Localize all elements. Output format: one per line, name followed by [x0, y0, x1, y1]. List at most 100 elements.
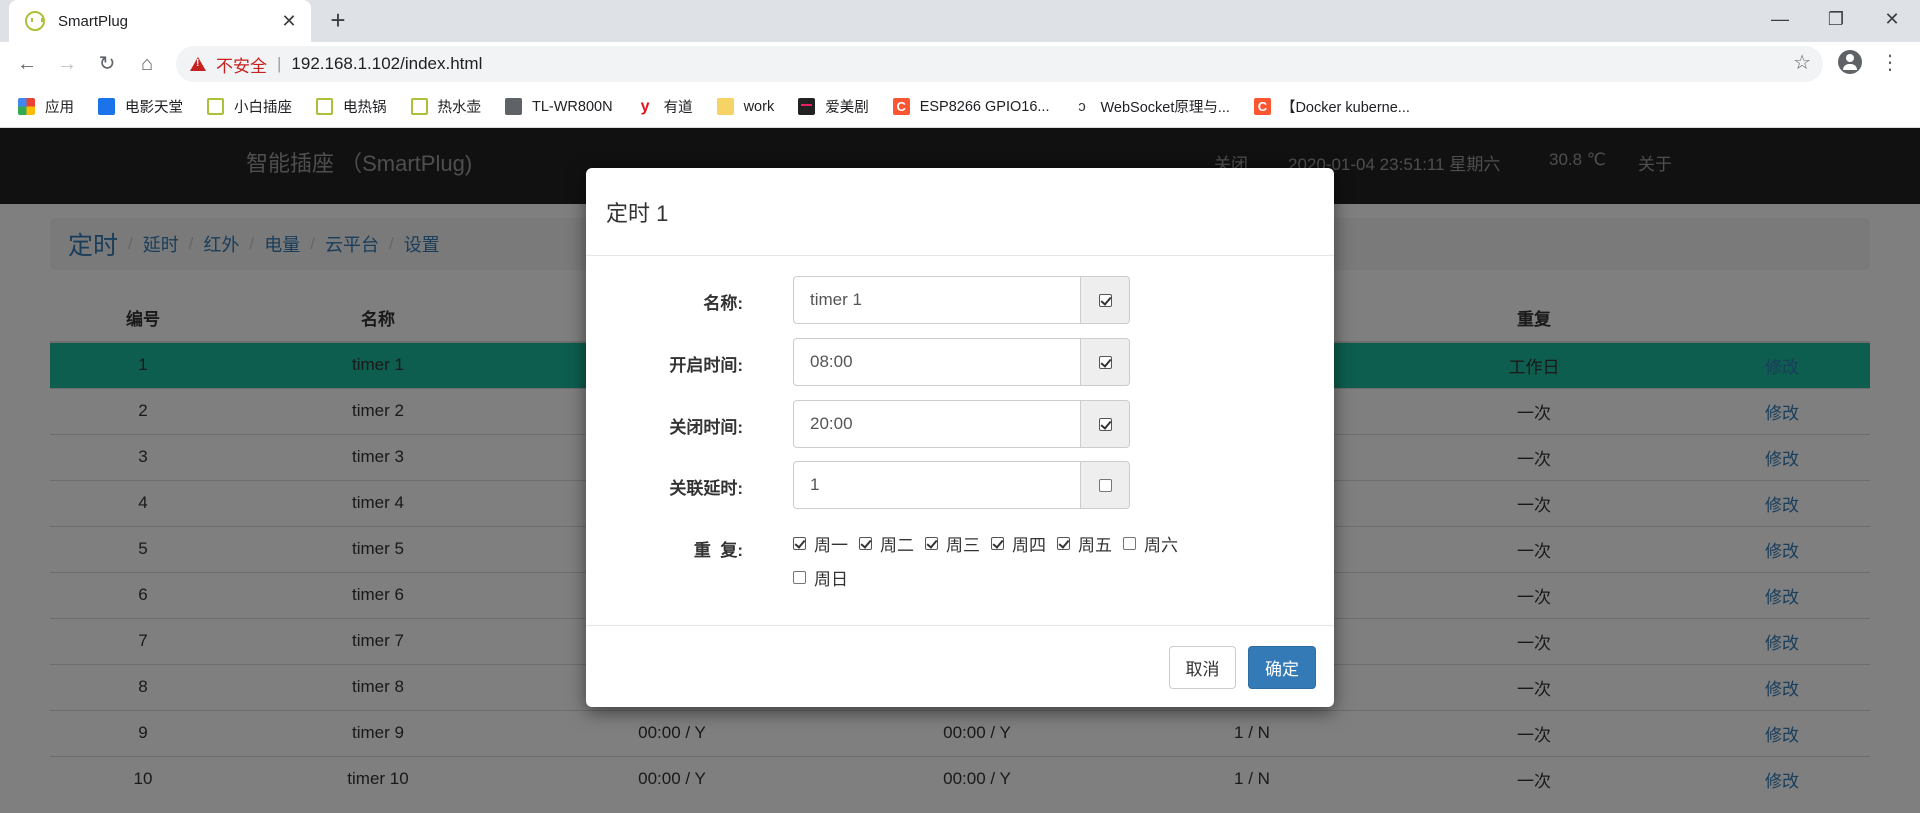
bookmarks-bar: 应用 电影天堂 小白插座 电热锅 热水壶 TL-WR800N y 有道 work 爱美剧 C ESP8…: [0, 86, 1920, 128]
name-label: 名称:: [703, 294, 743, 313]
globe-icon: [505, 98, 522, 115]
delay-enable-addon: [1081, 461, 1130, 509]
off-time-input[interactable]: [793, 400, 1081, 448]
confirm-button[interactable]: 确定: [1248, 646, 1316, 689]
websocket-icon: ↄ: [1078, 98, 1086, 115]
bookmark-label: 电热锅: [343, 100, 387, 116]
name-enable-addon: [1081, 276, 1130, 324]
on-time-label: 开启时间:: [669, 356, 743, 375]
on-time-input[interactable]: [793, 338, 1081, 386]
weekday-label: 周一: [814, 535, 848, 555]
weekday-option[interactable]: 周五: [1057, 526, 1112, 560]
bookmark-item[interactable]: y 有道: [637, 96, 693, 117]
warning-icon: [190, 57, 206, 71]
restore-window-icon[interactable]: ❐: [1808, 0, 1864, 40]
weekday-option[interactable]: 周四: [991, 526, 1046, 560]
home-icon[interactable]: ⌂: [131, 48, 163, 80]
on-time-enable-checkbox[interactable]: [1098, 355, 1112, 369]
on-time-input-group: [793, 338, 1130, 386]
csdn-icon: C: [1253, 98, 1271, 115]
bookmark-item[interactable]: work: [716, 98, 774, 115]
folder-icon: [716, 98, 734, 115]
bookmark-label: TL-WR800N: [532, 98, 613, 115]
bookmark-item[interactable]: 热水壶: [410, 96, 482, 117]
forward-arrow-icon[interactable]: →: [51, 48, 83, 80]
weekday-label: 周日: [814, 569, 848, 589]
browser-menu-icon[interactable]: ⋮: [1880, 48, 1900, 80]
weekday-checkbox[interactable]: [859, 536, 872, 550]
bookmark-label: 电影天堂: [125, 100, 183, 116]
off-time-enable-addon: [1081, 400, 1130, 448]
name-input[interactable]: [793, 276, 1081, 324]
csdn-icon: C: [892, 98, 910, 115]
off-time-enable-checkbox[interactable]: [1098, 417, 1112, 431]
bookmark-item[interactable]: 爱美剧: [798, 96, 869, 117]
minimize-window-icon[interactable]: —: [1752, 0, 1808, 40]
delay-enable-checkbox[interactable]: [1098, 478, 1112, 492]
weekday-checkbox[interactable]: [793, 570, 806, 584]
reload-icon[interactable]: ↻: [91, 48, 123, 80]
bookmark-star-icon[interactable]: ☆: [1793, 50, 1811, 75]
bookmark-item[interactable]: C 【Docker kuberne...: [1253, 96, 1410, 117]
apps-icon: [18, 98, 35, 115]
plug-icon: [410, 98, 428, 115]
weekday-option[interactable]: 周二: [859, 526, 914, 560]
cancel-button[interactable]: 取消: [1169, 646, 1236, 689]
browser-tab-strip: SmartPlug ✕ + — ❐ ✕: [0, 0, 1920, 42]
off-time-label: 关闭时间:: [669, 418, 743, 437]
name-enable-checkbox[interactable]: [1098, 293, 1112, 307]
bookmark-label: 有道: [663, 100, 693, 116]
bookmark-label: WebSocket原理与...: [1100, 100, 1230, 116]
bookmark-label: 爱美剧: [825, 100, 869, 116]
plug-icon: [207, 98, 224, 115]
bookmark-label: 热水壶: [437, 100, 482, 116]
on-time-enable-addon: [1081, 338, 1130, 386]
weekday-checkbox[interactable]: [793, 536, 806, 550]
new-tab-button[interactable]: +: [323, 6, 353, 36]
bookmark-item[interactable]: 应用: [18, 96, 74, 117]
bookmark-label: 【Docker kuberne...: [1280, 100, 1410, 116]
close-tab-icon[interactable]: ✕: [279, 11, 299, 32]
close-window-icon[interactable]: ✕: [1864, 0, 1920, 40]
off-time-input-group: [793, 400, 1130, 448]
weekday-option[interactable]: 周六: [1123, 526, 1178, 560]
weekday-option[interactable]: 周日: [793, 560, 848, 594]
browser-toolbar: ← → ↻ ⌂ 不安全 | 192.168.1.102/index.html ☆…: [0, 42, 1920, 86]
weekday-label: 周五: [1078, 535, 1112, 555]
address-bar[interactable]: 不安全 | 192.168.1.102/index.html ☆: [176, 46, 1823, 82]
weekday-label: 周三: [946, 535, 980, 555]
bookmark-label: ESP8266 GPIO16...: [919, 98, 1050, 115]
bookmark-item[interactable]: C ESP8266 GPIO16...: [892, 98, 1050, 115]
delay-input-group: [793, 461, 1130, 509]
url-text: 192.168.1.102/index.html: [291, 54, 483, 73]
modal-footer: 取消 确定: [586, 625, 1334, 707]
delay-label: 关联延时:: [669, 479, 743, 498]
weekday-checkbox[interactable]: [991, 536, 1004, 550]
tab-title: SmartPlug: [58, 12, 129, 30]
weekday-label: 周四: [1012, 535, 1046, 555]
bookmark-item[interactable]: ↄ WebSocket原理与...: [1073, 96, 1230, 117]
repeat-label: 重 复:: [693, 541, 743, 560]
smartplug-page: 智能插座 （SmartPlug) 关闭 2020-01-04 23:51:11 …: [0, 128, 1920, 813]
weekday-checkbox[interactable]: [1057, 536, 1070, 550]
modal-title: 定时 1: [586, 168, 1334, 256]
timer-edit-modal: 定时 1 名称: 开启时间: 关闭时间: 关联延时:: [586, 168, 1334, 707]
weekday-label: 周二: [880, 535, 914, 555]
bookmark-item[interactable]: 电影天堂: [98, 96, 183, 117]
back-arrow-icon[interactable]: ←: [11, 48, 43, 80]
weekday-option[interactable]: 周一: [793, 526, 848, 560]
browser-tab[interactable]: SmartPlug ✕: [9, 0, 311, 42]
weekday-checkbox[interactable]: [925, 536, 938, 550]
plug-icon: [316, 98, 333, 115]
bookmark-item[interactable]: 电热锅: [316, 96, 387, 117]
name-row: 名称:: [586, 276, 1334, 324]
address-separator: |: [277, 54, 282, 73]
weekday-option[interactable]: 周三: [925, 526, 980, 560]
bookmark-item[interactable]: 小白插座: [207, 96, 292, 117]
bookmark-label: 小白插座: [234, 100, 292, 116]
delay-row: 关联延时:: [586, 461, 1334, 509]
weekday-checkbox[interactable]: [1123, 536, 1136, 550]
delay-input[interactable]: [793, 461, 1081, 509]
account-avatar-icon[interactable]: [1838, 50, 1862, 74]
bookmark-item[interactable]: TL-WR800N: [505, 98, 613, 115]
